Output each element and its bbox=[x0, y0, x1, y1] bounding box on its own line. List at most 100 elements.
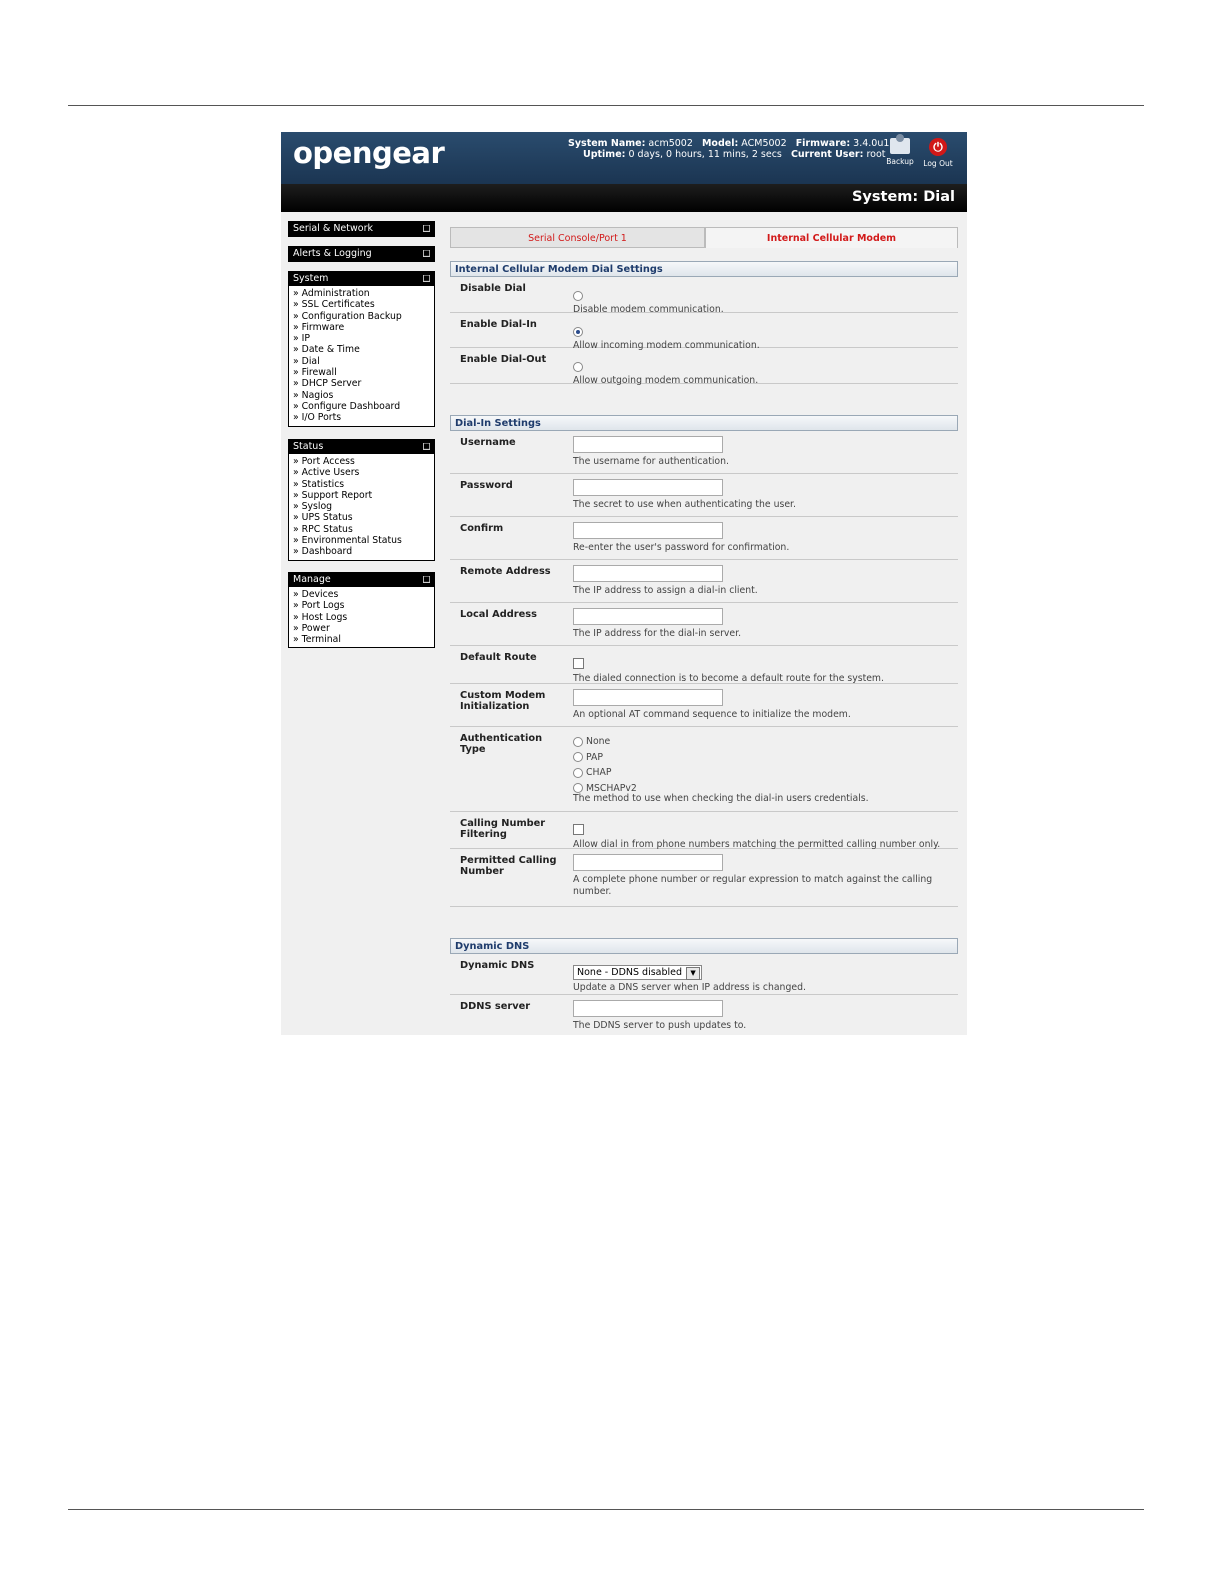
nav-status-item-dashboard[interactable]: Dashboard bbox=[289, 546, 434, 557]
dynamic-dns-select[interactable]: None - DDNS disabled ▼ bbox=[573, 965, 703, 980]
disable-dial-label: Disable Dial bbox=[460, 283, 526, 294]
header-bar: opengear System Name: acm5002 Model: ACM… bbox=[281, 132, 967, 184]
enable-dial-out-radio[interactable] bbox=[573, 361, 583, 372]
ddns-server-input[interactable] bbox=[573, 1000, 723, 1017]
remote-address-desc: The IP address to assign a dial-in clien… bbox=[573, 585, 758, 596]
nav-system-item-date-time[interactable]: Date & Time bbox=[289, 344, 434, 355]
nav-status-item-syslog[interactable]: Syslog bbox=[289, 501, 434, 512]
nav-system-item-dhcp-server[interactable]: DHCP Server bbox=[289, 378, 434, 389]
model-value: ACM5002 bbox=[741, 138, 787, 149]
nav-status-item-port-access[interactable]: Port Access bbox=[289, 456, 434, 467]
nav-status-item-ups-status[interactable]: UPS Status bbox=[289, 512, 434, 523]
nav-alerts-logging[interactable]: Alerts & Logging ■ bbox=[288, 246, 435, 262]
permitted-number-desc: A complete phone number or regular expre… bbox=[573, 874, 933, 897]
collapse-icon[interactable]: ■ bbox=[423, 275, 430, 282]
nav-serial-network[interactable]: Serial & Network ■ bbox=[288, 221, 435, 237]
username-input[interactable] bbox=[573, 436, 723, 453]
nav-manage-list: DevicesPort LogsHost LogsPowerTerminal bbox=[289, 587, 434, 647]
nav-manage-header[interactable]: Manage ■ bbox=[289, 573, 434, 587]
password-input[interactable] bbox=[573, 479, 723, 496]
nav-system-item-ip[interactable]: IP bbox=[289, 333, 434, 344]
remote-address-input[interactable] bbox=[573, 565, 723, 582]
nav-manage-item-power[interactable]: Power bbox=[289, 623, 434, 634]
backup-button[interactable]: Backup bbox=[882, 134, 918, 166]
nav-system-item-dial[interactable]: Dial bbox=[289, 356, 434, 367]
nav-system-item-firmware[interactable]: Firmware bbox=[289, 322, 434, 333]
collapse-icon[interactable]: ■ bbox=[423, 576, 430, 583]
row-authentication-type: Authentication Type None PAP CHAP MSCHAP… bbox=[450, 727, 958, 812]
username-desc: The username for authentication. bbox=[573, 456, 729, 467]
system-info-line-1: System Name: acm5002 Model: ACM5002 Firm… bbox=[568, 138, 889, 149]
nav-manage-item-terminal[interactable]: Terminal bbox=[289, 634, 434, 645]
nav-system-item-administration[interactable]: Administration bbox=[289, 288, 434, 299]
permitted-number-label: Permitted Calling Number bbox=[460, 855, 557, 877]
nav-status-item-rpc-status[interactable]: RPC Status bbox=[289, 524, 434, 535]
row-local-address: Local Address The IP address for the dia… bbox=[450, 603, 958, 646]
calling-filter-label: Calling Number Filtering bbox=[460, 818, 546, 840]
custom-init-input[interactable] bbox=[573, 689, 723, 706]
ddns-server-desc: The DDNS server to push updates to. bbox=[573, 1020, 747, 1031]
nav-system-item-configure-dashboard[interactable]: Configure Dashboard bbox=[289, 401, 434, 412]
auth-option-pap[interactable]: PAP bbox=[573, 750, 954, 766]
nav-system-item-configuration-backup[interactable]: Configuration Backup bbox=[289, 311, 434, 322]
auth-pap-label: PAP bbox=[586, 751, 603, 763]
auth-type-desc: The method to use when checking the dial… bbox=[573, 793, 869, 804]
auth-option-none[interactable]: None bbox=[573, 734, 954, 750]
row-dynamic-dns: Dynamic DNS None - DDNS disabled ▼ Update… bbox=[450, 954, 958, 995]
section-dynamic-dns: Dynamic DNS bbox=[450, 938, 958, 954]
backup-label: Backup bbox=[886, 157, 914, 166]
nav-status-list: Port AccessActive UsersStatisticsSupport… bbox=[289, 454, 434, 560]
auth-mschapv2-label: MSCHAPv2 bbox=[586, 782, 637, 794]
auth-chap-radio[interactable] bbox=[573, 767, 583, 778]
dropdown-arrow-icon[interactable]: ▼ bbox=[686, 967, 701, 980]
logout-button[interactable]: ⏻ Log Out bbox=[920, 136, 956, 168]
password-label: Password bbox=[460, 480, 513, 491]
tab-serial-console[interactable]: Serial Console/Port 1 bbox=[450, 227, 705, 248]
nav-system-item-i-o-ports[interactable]: I/O Ports bbox=[289, 412, 434, 423]
tab-bar: Serial Console/Port 1 Internal Cellular … bbox=[450, 227, 958, 249]
collapse-icon[interactable]: ■ bbox=[423, 443, 430, 450]
nav-status-item-statistics[interactable]: Statistics bbox=[289, 479, 434, 490]
system-name-value: acm5002 bbox=[648, 138, 693, 149]
auth-none-radio[interactable] bbox=[573, 736, 583, 747]
auth-option-chap[interactable]: CHAP bbox=[573, 765, 954, 781]
row-disable-dial: Disable Dial Disable modem communication… bbox=[450, 277, 958, 315]
local-address-input[interactable] bbox=[573, 608, 723, 625]
nav-serial-network-header[interactable]: Serial & Network ■ bbox=[289, 222, 434, 236]
confirm-input[interactable] bbox=[573, 522, 723, 539]
nav-alerts-logging-header[interactable]: Alerts & Logging ■ bbox=[289, 247, 434, 261]
dynamic-dns-label: Dynamic DNS bbox=[460, 960, 535, 971]
default-route-checkbox[interactable] bbox=[573, 658, 584, 669]
page-bottom-rule bbox=[68, 1509, 1144, 1510]
enable-dial-out-label: Enable Dial-Out bbox=[460, 354, 547, 365]
nav-manage-item-host-logs[interactable]: Host Logs bbox=[289, 612, 434, 623]
permitted-number-input[interactable] bbox=[573, 854, 723, 871]
nav-status-item-support-report[interactable]: Support Report bbox=[289, 490, 434, 501]
auth-mschapv2-radio[interactable] bbox=[573, 783, 583, 793]
nav-manage-item-devices[interactable]: Devices bbox=[289, 589, 434, 600]
auth-type-label: Authentication Type bbox=[460, 733, 543, 755]
enable-dial-in-radio[interactable] bbox=[573, 326, 583, 337]
calling-filter-checkbox[interactable] bbox=[573, 824, 584, 835]
nav-system-header[interactable]: System ■ bbox=[289, 272, 434, 286]
nav-system-item-nagios[interactable]: Nagios bbox=[289, 390, 434, 401]
nav-system-item-firewall[interactable]: Firewall bbox=[289, 367, 434, 378]
nav-status-header[interactable]: Status ■ bbox=[289, 440, 434, 454]
custom-init-desc: An optional AT command sequence to initi… bbox=[573, 709, 851, 720]
row-enable-dial-out: Enable Dial-Out Allow outgoing modem com… bbox=[450, 348, 958, 386]
expand-icon[interactable]: ■ bbox=[423, 250, 430, 257]
nav-alerts-logging-title: Alerts & Logging bbox=[293, 248, 372, 259]
tab-internal-cellular-modem[interactable]: Internal Cellular Modem bbox=[705, 227, 958, 248]
nav-manage-item-port-logs[interactable]: Port Logs bbox=[289, 600, 434, 611]
expand-icon[interactable]: ■ bbox=[423, 225, 430, 232]
disable-dial-radio[interactable] bbox=[573, 290, 583, 301]
nav-system-item-ssl-certificates[interactable]: SSL Certificates bbox=[289, 299, 434, 310]
confirm-label: Confirm bbox=[460, 523, 504, 534]
nav-status-item-environmental-status[interactable]: Environmental Status bbox=[289, 535, 434, 546]
uptime-label: Uptime: bbox=[583, 149, 626, 160]
logout-label: Log Out bbox=[923, 159, 953, 168]
nav-system-list: AdministrationSSL CertificatesConfigurat… bbox=[289, 286, 434, 426]
auth-pap-radio[interactable] bbox=[573, 752, 583, 762]
uptime-value: 0 days, 0 hours, 11 mins, 2 secs bbox=[628, 149, 782, 160]
nav-status-item-active-users[interactable]: Active Users bbox=[289, 467, 434, 478]
